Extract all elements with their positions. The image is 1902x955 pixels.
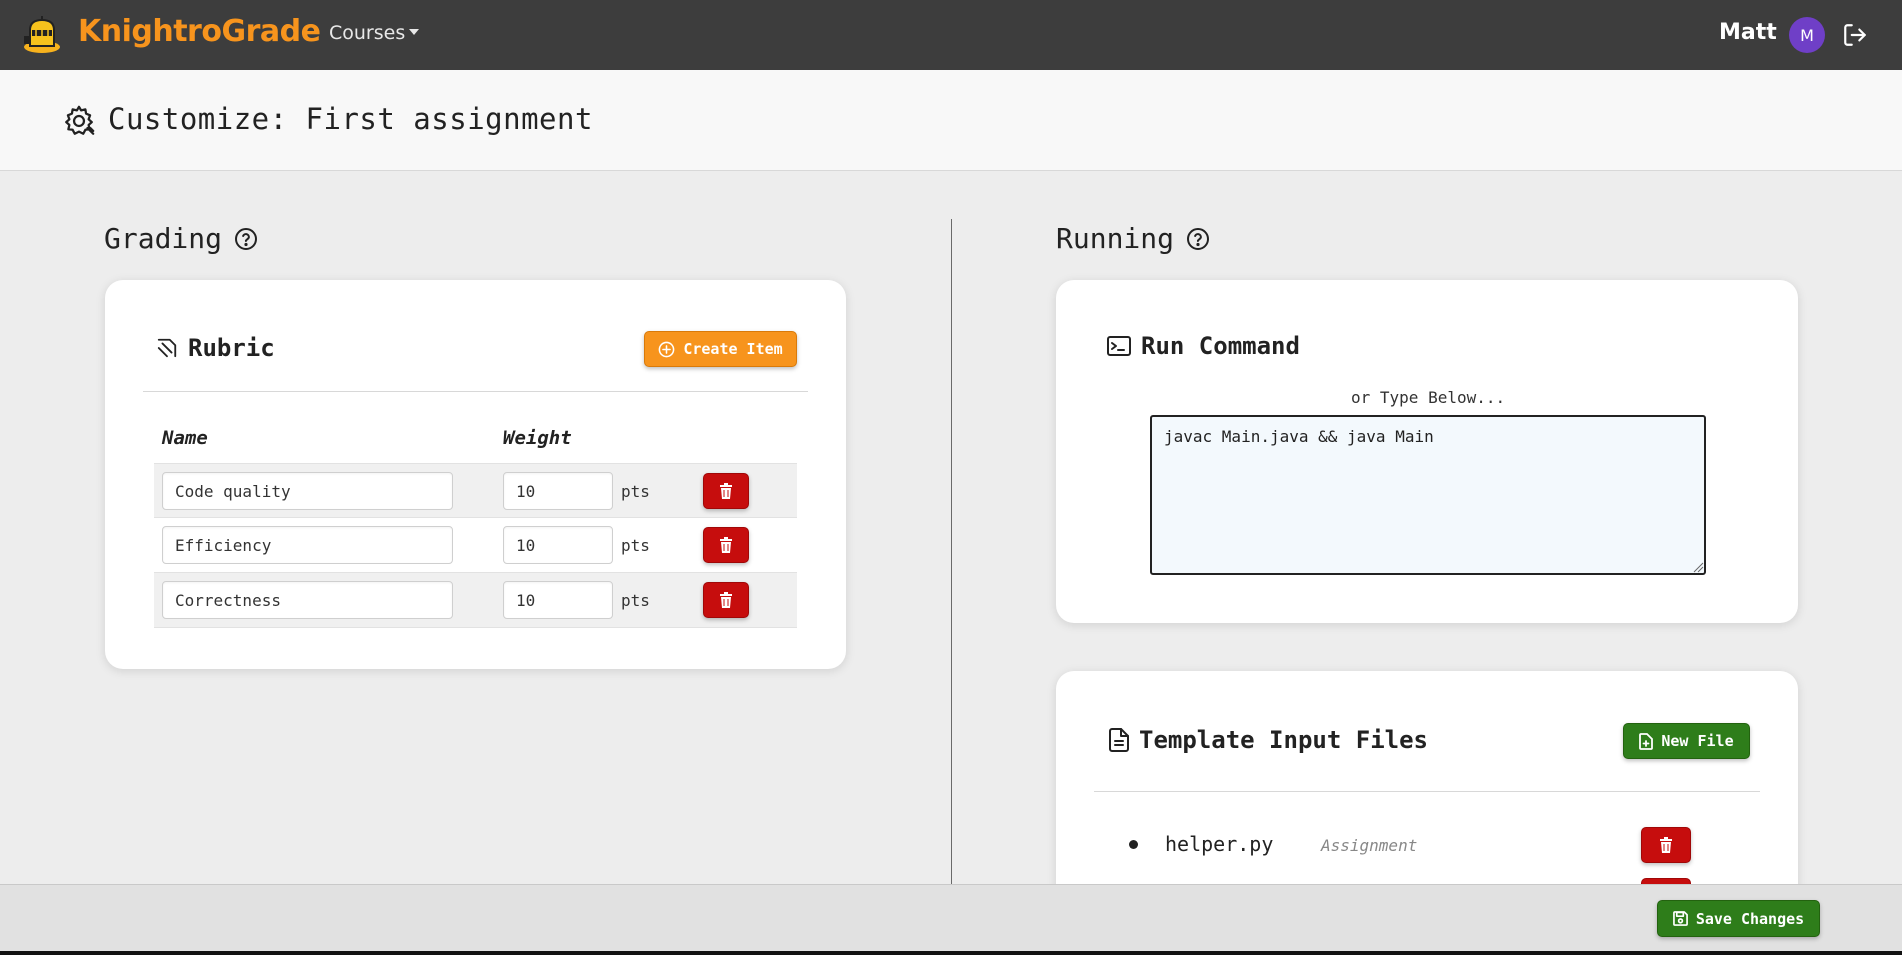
table-row: Code quality 10 pts [154,463,797,518]
trash-icon [720,592,732,608]
brand-name[interactable]: KnightroGrade [78,14,321,49]
knight-logo-icon[interactable] [20,16,64,54]
footer-bar [0,884,1902,955]
rubric-divider [143,391,808,392]
delete-file-button[interactable] [1641,827,1691,863]
file-name[interactable]: helper.py [1165,832,1273,856]
navbar: KnightroGrade Courses Matt M [0,0,1902,70]
courses-label: Courses [329,22,406,44]
terminal-icon [1107,336,1131,356]
pts-unit: pts [621,591,650,610]
new-file-label: New File [1661,732,1734,750]
trash-icon [720,483,732,499]
column-divider [951,219,952,885]
pts-unit: pts [621,482,650,501]
files-divider [1094,791,1760,792]
caret-down-icon [409,28,420,35]
resize-grip-icon[interactable] [1692,561,1704,573]
create-item-label: Create Item [683,340,783,358]
list-bullet [1129,840,1138,849]
create-item-button[interactable]: Create Item [644,331,797,367]
trash-icon [720,537,732,553]
bottom-strip [0,951,1902,955]
rubric-item-weight-input[interactable]: 10 [503,581,613,619]
grading-heading-label: Grading [104,222,223,255]
rubric-title: Rubric [156,334,275,362]
save-floppy-icon [1672,911,1688,926]
template-files-title-label: Template Input Files [1139,726,1428,754]
template-files-title: Template Input Files [1109,726,1428,754]
help-circle-icon[interactable] [234,227,258,251]
run-command-title: Run Command [1107,332,1300,360]
delete-item-button[interactable] [703,473,749,509]
file-plus-icon [1639,732,1654,750]
gear-settings-icon [65,105,95,135]
trash-icon [1660,837,1672,853]
save-changes-button[interactable]: Save Changes [1657,900,1820,937]
file-tag: Assignment [1321,836,1418,855]
new-file-button[interactable]: New File [1623,723,1750,759]
table-row: Efficiency 10 pts [154,518,797,573]
courses-dropdown[interactable]: Courses [329,22,420,44]
rubric-item-name-input[interactable]: Efficiency [162,526,453,564]
rubric-item-weight-input[interactable]: 10 [503,526,613,564]
pts-unit: pts [621,536,650,555]
type-below-hint: or Type Below... [1351,388,1506,407]
run-command-textarea[interactable] [1150,415,1706,575]
run-command-title-label: Run Command [1141,332,1300,360]
avatar[interactable]: M [1789,17,1825,53]
save-changes-label: Save Changes [1695,909,1805,928]
rubric-title-label: Rubric [188,334,275,362]
rubric-item-name-input[interactable]: Correctness [162,581,453,619]
running-heading: Running [1056,222,1210,255]
grading-heading: Grading [104,222,258,255]
column-header-weight: Weight [503,427,572,449]
plus-circle-icon [658,341,675,357]
username: Matt [1719,20,1777,45]
rubric-item-weight-input[interactable]: 10 [503,472,613,510]
delete-item-button[interactable] [703,582,749,618]
help-circle-icon[interactable] [1186,227,1210,251]
rubric-icon [157,338,177,358]
file-icon [1109,728,1129,752]
table-row: Correctness 10 pts [154,573,797,628]
page-header: Customize: First assignment [0,70,1902,171]
avatar-initial: M [1800,25,1814,45]
column-header-name: Name [162,427,208,449]
rubric-item-name-input[interactable]: Code quality [162,472,453,510]
delete-item-button[interactable] [703,527,749,563]
running-heading-label: Running [1056,222,1175,255]
logout-icon[interactable] [1842,22,1868,48]
page-title: Customize: First assignment [108,102,593,136]
